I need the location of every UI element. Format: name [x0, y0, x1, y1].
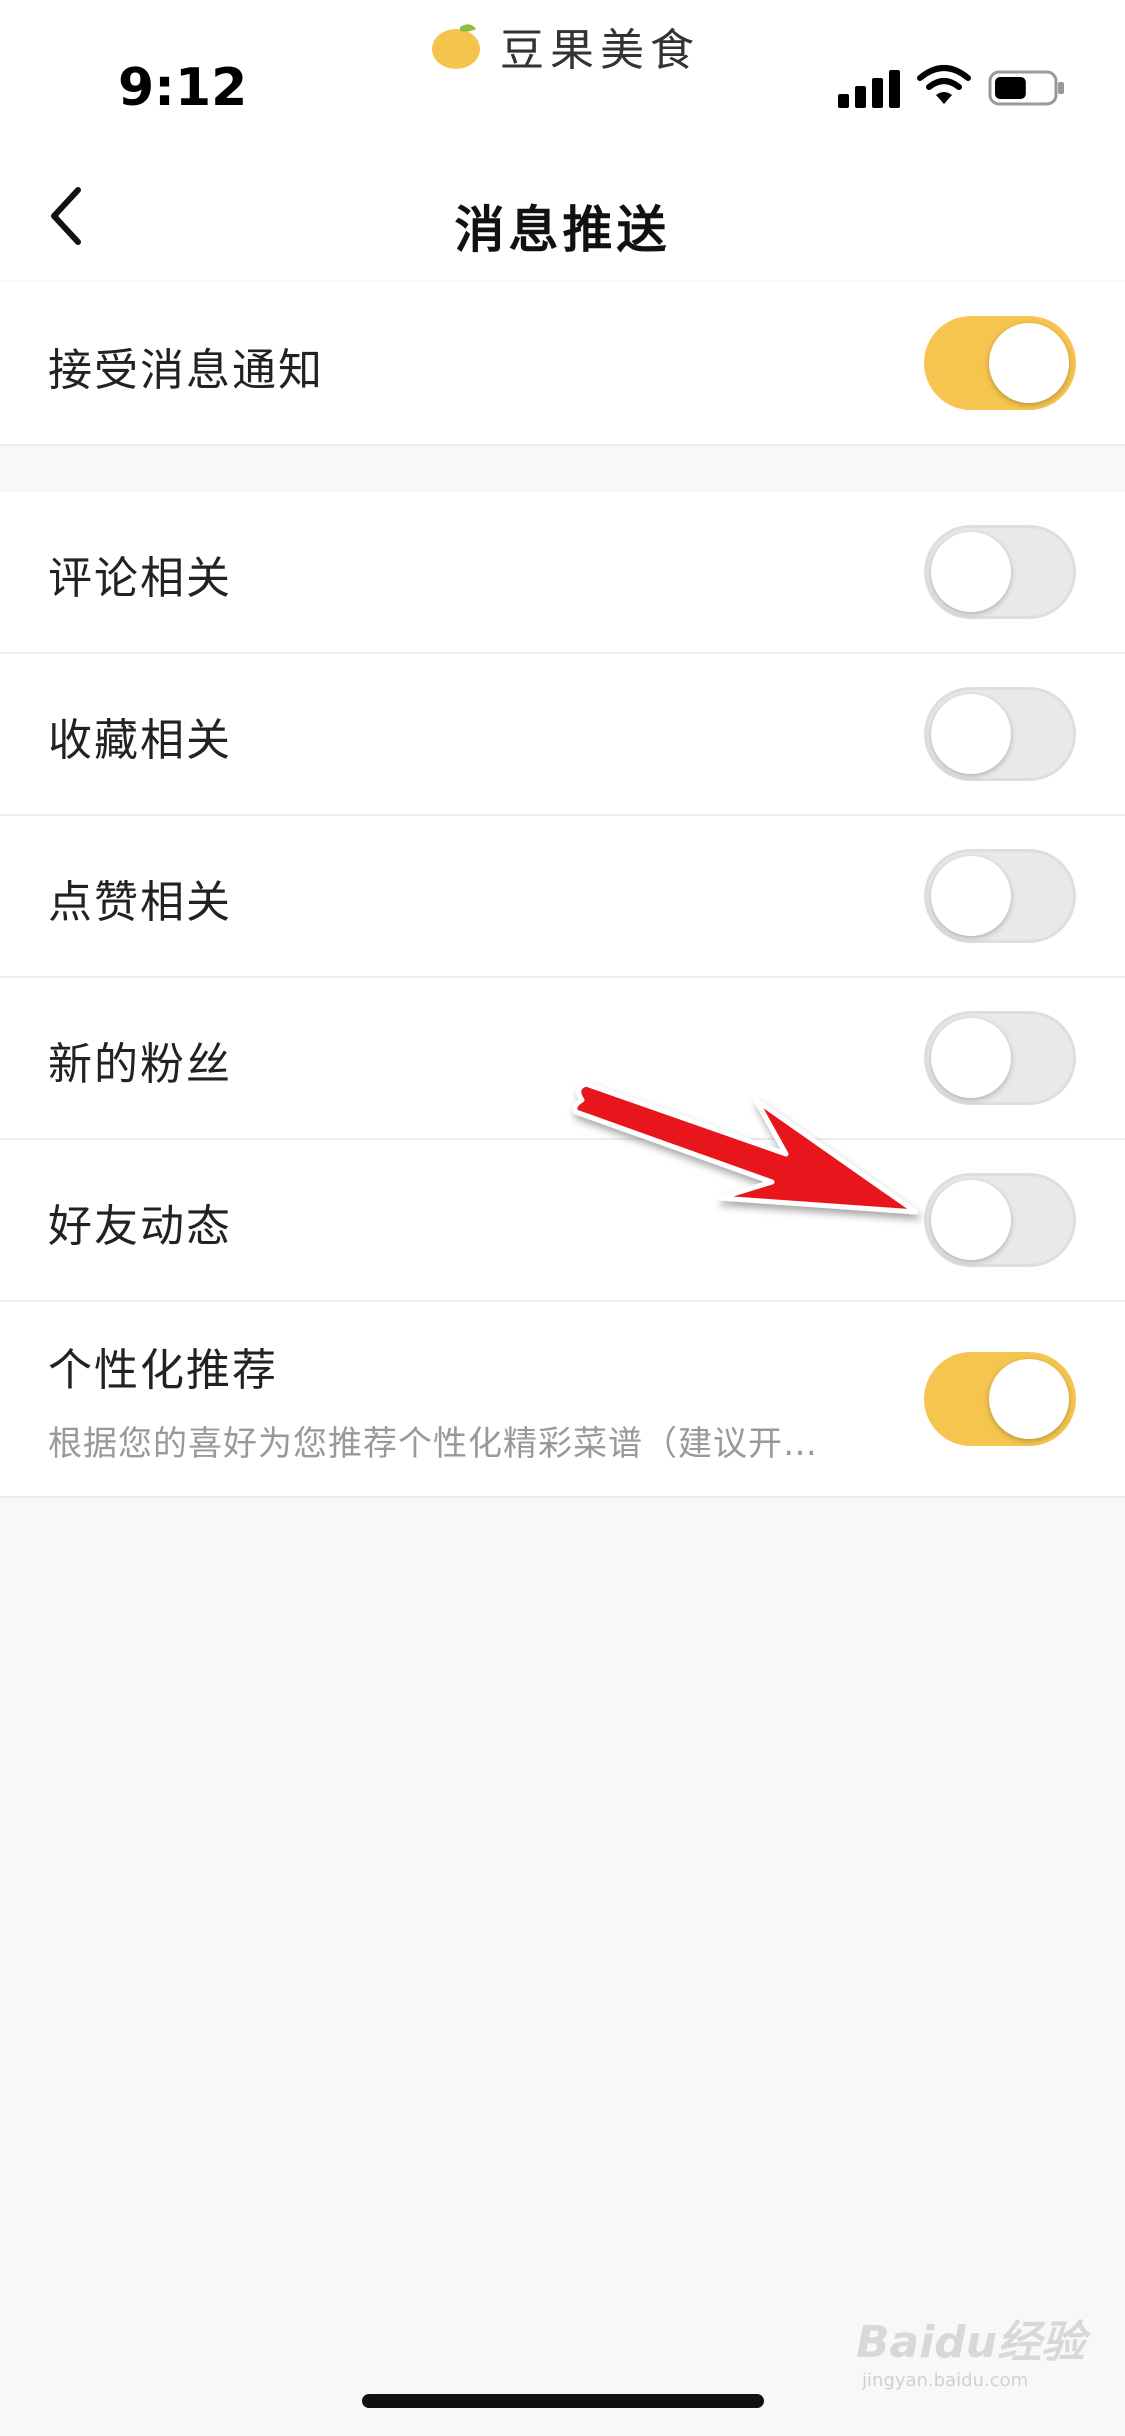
dougou-logo-icon	[430, 21, 486, 71]
settings-row-comments: 评论相关	[0, 492, 1125, 654]
toggle-personalized[interactable]	[924, 1352, 1076, 1446]
app-name: 豆果美食	[500, 25, 700, 76]
signal-icon	[838, 68, 900, 108]
row-label: 点赞相关	[48, 877, 232, 928]
toggle-knob	[931, 694, 1011, 774]
settings-row-personalized: 个性化推荐 根据您的喜好为您推荐个性化精彩菜谱（建议开…	[0, 1302, 1125, 1498]
toggle-likes[interactable]	[924, 849, 1076, 943]
toggle-receive-notifications[interactable]	[924, 316, 1076, 410]
row-label: 评论相关	[48, 553, 232, 604]
baidu-watermark-url: jingyan.baidu.com	[862, 2370, 1029, 2391]
battery-icon	[988, 68, 1068, 108]
status-time: 9:12	[118, 58, 248, 118]
baidu-watermark: Baidu经验	[856, 2317, 1086, 2368]
settings-row-favorites: 收藏相关	[0, 654, 1125, 816]
toggle-knob	[931, 532, 1011, 612]
home-indicator[interactable]	[362, 2394, 764, 2408]
row-description: 根据您的喜好为您推荐个性化精彩菜谱（建议开…	[48, 1424, 818, 1464]
settings-row-likes: 点赞相关	[0, 816, 1125, 978]
row-label: 个性化推荐	[48, 1345, 278, 1396]
settings-row-receive-notifications: 接受消息通知	[0, 282, 1125, 446]
toggle-knob	[989, 323, 1069, 403]
status-bar: 豆果美食 9:12	[0, 0, 1125, 150]
row-label: 收藏相关	[48, 715, 232, 766]
app-brand: 豆果美食	[430, 14, 700, 78]
row-label: 好友动态	[48, 1201, 232, 1252]
wifi-icon	[916, 64, 972, 106]
toggle-knob	[989, 1359, 1069, 1439]
toggle-favorites[interactable]	[924, 687, 1076, 781]
toggle-friend-activity[interactable]	[924, 1173, 1076, 1267]
toggle-knob	[931, 856, 1011, 936]
toggle-comments[interactable]	[924, 525, 1076, 619]
nav-bar: 消息推送	[0, 150, 1125, 280]
page-title: 消息推送	[454, 201, 671, 259]
toggle-knob	[931, 1018, 1011, 1098]
toggle-knob	[931, 1180, 1011, 1260]
toggle-new-followers[interactable]	[924, 1011, 1076, 1105]
annotation-arrow-icon	[560, 1060, 940, 1240]
row-label: 接受消息通知	[48, 345, 324, 396]
row-label: 新的粉丝	[48, 1039, 232, 1090]
